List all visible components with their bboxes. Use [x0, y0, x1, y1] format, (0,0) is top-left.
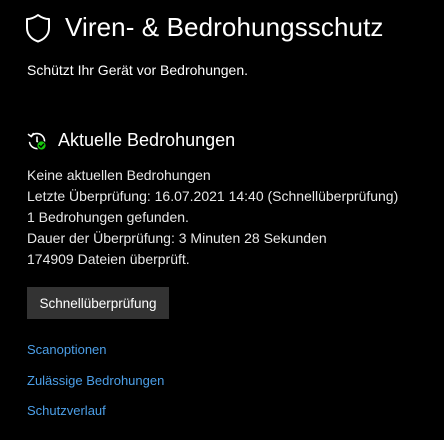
allowed-threats-link[interactable]: Zulässige Bedrohungen: [27, 373, 164, 388]
threats-found-text: 1 Bedrohungen gefunden.: [27, 209, 189, 225]
page-title: Viren- & Bedrohungsschutz: [65, 12, 384, 42]
page-subtitle: Schützt Ihr Gerät vor Bedrohungen.: [27, 62, 249, 78]
scan-info: Keine aktuellen Bedrohungen Letzte Überp…: [27, 165, 398, 270]
last-scan-text: Letzte Überprüfung: 16.07.2021 14:40 (Sc…: [27, 188, 399, 204]
shield-icon: [25, 13, 51, 43]
scan-options-link[interactable]: Scanoptionen: [27, 342, 107, 357]
threat-status-text: Keine aktuellen Bedrohungen: [27, 167, 211, 183]
history-icon: [27, 131, 47, 151]
page-header: Viren- & Bedrohungsschutz: [25, 12, 384, 43]
current-threats-header: Aktuelle Bedrohungen: [27, 130, 235, 151]
section-title: Aktuelle Bedrohungen: [58, 130, 236, 150]
protection-history-link[interactable]: Schutzverlauf: [27, 403, 106, 418]
quick-scan-button[interactable]: Schnellüberprüfung: [27, 287, 169, 319]
scan-duration-text: Dauer der Überprüfung: 3 Minuten 28 Seku…: [27, 230, 327, 246]
files-scanned-text: 174909 Dateien überprüft.: [27, 251, 190, 267]
